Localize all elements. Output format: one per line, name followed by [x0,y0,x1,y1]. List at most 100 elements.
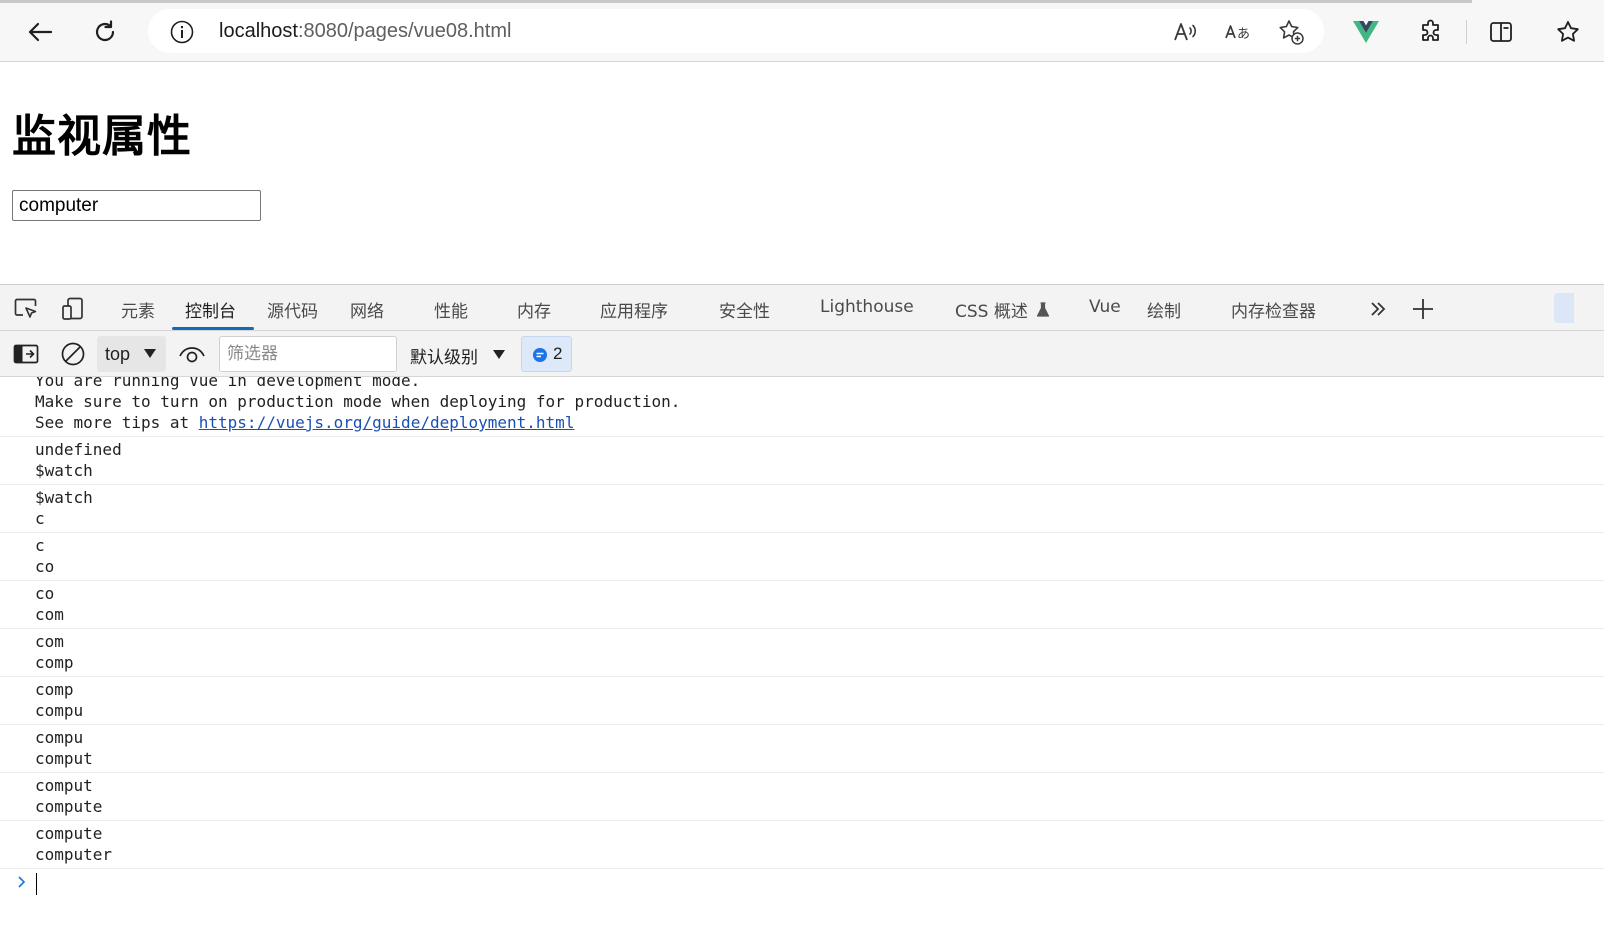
log-level-label: 默认级别 [410,348,478,368]
console-message: compu comput [0,725,1604,773]
tab-sources[interactable]: 源代码 [267,297,318,322]
context-label: top [105,344,131,364]
tip-prefix: See more tips at [35,413,199,432]
console-message: com comp [0,629,1604,677]
active-tab-indicator [172,327,254,330]
tab-paint[interactable]: 绘制 [1147,297,1181,322]
live-expression-button[interactable] [178,340,206,368]
inspect-icon [14,298,37,318]
read-aloud-button[interactable] [1170,17,1200,47]
message-count: 2 [553,344,563,363]
page-viewport: 监视属性 [0,62,1604,284]
console-prompt[interactable] [0,869,1604,895]
console-message: compute computer [0,821,1604,869]
tab-memory[interactable]: 内存 [517,297,551,322]
console-line: com [35,605,64,624]
message-bubble-icon [533,348,547,362]
tab-css-overview-label: CSS 概述 [955,302,1028,322]
sidebar-toggle-icon [13,344,39,364]
console-line: compute [35,824,103,843]
console-line: computer [35,845,113,864]
console-line: See more tips at https://vuejs.org/guide… [35,412,1604,433]
console-line: Make sure to turn on production mode whe… [35,392,681,411]
message-count-badge[interactable]: 2 [521,336,572,372]
back-icon [28,22,53,42]
text-caret [36,873,37,895]
clear-console-button[interactable] [59,340,87,368]
deployment-docs-link[interactable]: https://vuejs.org/guide/deployment.html [199,413,575,432]
vue-devtools-extension-button[interactable] [1348,14,1384,50]
refresh-icon [95,20,115,42]
more-tabs-button[interactable] [1364,295,1392,323]
console-line: compu [35,701,84,720]
split-screen-button[interactable] [1483,14,1519,50]
console-filter-input[interactable] [219,336,397,372]
translate-icon: あ [1225,25,1250,42]
console-message: You are running Vue in development mode.… [0,377,1604,437]
console-line: co [35,557,55,576]
page-title: 监视属性 [12,111,192,162]
console-line: comput [35,749,93,768]
extensions-button[interactable] [1413,14,1449,50]
console-line: comp [35,680,74,699]
tab-performance[interactable]: 性能 [434,297,468,322]
translate-button[interactable]: あ [1223,17,1253,47]
double-chevron-right-icon [1371,302,1386,316]
console-sidebar-toggle[interactable] [12,340,40,368]
console-message: $watch c [0,485,1604,533]
url-host: localhost [219,20,298,42]
console-line: co [35,584,55,603]
device-emulation-button[interactable] [59,295,87,323]
refresh-button[interactable] [87,14,123,50]
context-selector[interactable]: top [97,336,166,372]
devtools-tab-bar: 元素 控制台 源代码 网络 性能 内存 应用程序 安全性 Lighthouse … [0,285,1604,331]
add-favorite-button[interactable] [1276,17,1306,47]
console-line: compu [35,728,84,747]
watch-text-input[interactable] [12,190,261,221]
svg-text:あ: あ [1237,27,1250,42]
experiment-flask-icon [1037,302,1050,317]
add-tab-button[interactable] [1409,295,1437,323]
console-line: undefined [35,440,122,459]
console-line: comput [35,776,93,795]
console-line: compute [35,797,103,816]
device-icon [62,297,83,320]
tab-vue[interactable]: Vue [1089,297,1121,317]
dropdown-caret-icon [493,350,505,359]
toolbar-divider [1466,20,1467,44]
site-info-button[interactable] [170,20,194,44]
tab-elements[interactable]: 元素 [121,297,155,322]
eye-icon [179,347,205,363]
console-line: com [35,632,64,651]
plus-icon [1413,299,1433,319]
add-favorite-icon [1279,20,1304,45]
tab-security[interactable]: 安全性 [719,297,770,322]
console-message: comp compu [0,677,1604,725]
tab-network[interactable]: 网络 [350,297,384,322]
extensions-icon [1422,19,1439,41]
console-message: co com [0,581,1604,629]
info-icon [170,20,194,44]
tab-console[interactable]: 控制台 [185,297,236,322]
console-line: c [35,509,45,528]
back-button[interactable] [22,14,58,50]
favorites-icon [1557,21,1579,42]
devtools-corner-button[interactable] [1554,293,1574,323]
prompt-chevron-icon [18,876,26,888]
tab-memory-inspector[interactable]: 内存检查器 [1231,297,1316,322]
tab-lighthouse[interactable]: Lighthouse [820,297,914,317]
console-message: comput compute [0,773,1604,821]
console-message: c co [0,533,1604,581]
favorites-button[interactable] [1550,14,1586,50]
address-bar[interactable]: localhost:8080/pages/vue08.html あ [148,9,1324,53]
browser-toolbar: localhost:8080/pages/vue08.html あ [0,0,1604,62]
console-output[interactable]: You are running Vue in development mode.… [0,377,1604,941]
console-line: You are running Vue in development mode. [35,377,421,390]
vue-devtools-icon [1353,21,1379,43]
url-text[interactable]: localhost:8080/pages/vue08.html [219,20,511,43]
console-line: $watch [35,488,93,507]
console-toolbar: top 默认级别 2 [0,331,1604,377]
tab-css-overview[interactable]: CSS 概述 [955,297,1050,322]
inspect-element-button[interactable] [12,295,40,323]
tab-application[interactable]: 应用程序 [600,297,668,322]
